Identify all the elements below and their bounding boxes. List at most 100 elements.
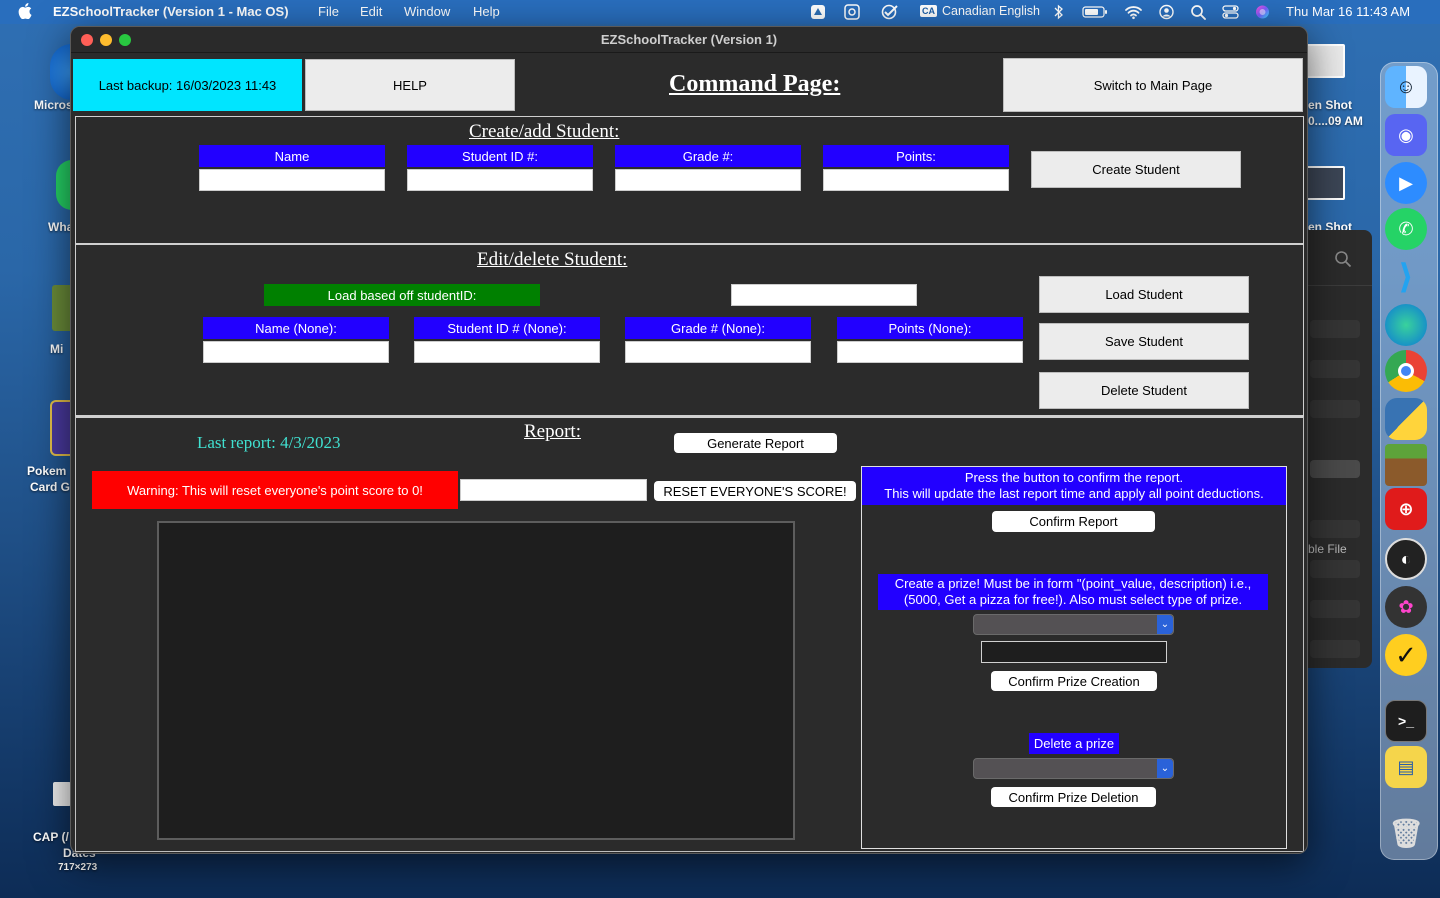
generate-report-button[interactable]: Generate Report — [674, 433, 837, 453]
switch-main-page-button[interactable]: Switch to Main Page — [1003, 58, 1303, 112]
load-student-button[interactable]: Load Student — [1039, 276, 1249, 313]
grade-input[interactable] — [615, 169, 801, 191]
edit-points-input[interactable] — [837, 341, 1023, 363]
pokemon-desktop-icon[interactable] — [50, 400, 72, 456]
title-bar[interactable]: EZSchoolTracker (Version 1) — [71, 27, 1307, 53]
desktop-label: Pokem — [27, 464, 67, 478]
python-icon[interactable] — [1385, 398, 1427, 440]
create-student-button[interactable]: Create Student — [1031, 151, 1241, 188]
confirm-report-button[interactable]: Confirm Report — [992, 511, 1155, 532]
check-circle-icon[interactable] — [880, 4, 902, 20]
screenshot-thumbnail[interactable] — [1305, 44, 1345, 78]
prize-create-info: Create a prize! Must be in form "(point_… — [878, 574, 1268, 610]
input-source-label[interactable]: Canadian English — [942, 4, 1040, 18]
desktop-app-icon[interactable] — [50, 44, 72, 100]
education-app-icon[interactable]: ⊕ — [1385, 488, 1427, 530]
battery-icon[interactable] — [1082, 4, 1108, 20]
prize-info-line1: Create a prize! Must be in form "(point_… — [894, 576, 1252, 591]
wifi-icon[interactable] — [1124, 4, 1143, 20]
user-account-icon[interactable] — [1158, 4, 1175, 20]
checkmark-app-icon[interactable]: ✓ — [1385, 634, 1427, 676]
report-section-title: Report: — [524, 421, 581, 442]
help-button[interactable]: HELP — [305, 59, 515, 111]
zoom-icon[interactable]: ▶ — [1385, 162, 1427, 204]
window-title: EZSchoolTracker (Version 1) — [600, 32, 778, 47]
terminal-icon[interactable]: >_ — [1385, 700, 1427, 742]
name-label: Name — [199, 145, 385, 167]
trash-icon[interactable]: 🗑 — [1385, 812, 1427, 854]
create-section-title: Create/add Student: — [469, 121, 620, 142]
section-divider — [75, 243, 1304, 245]
reset-scores-button[interactable]: RESET EVERYONE'S SCORE! — [654, 481, 856, 501]
desktop-label: en Shot — [1308, 98, 1352, 112]
save-student-button[interactable]: Save Student — [1039, 323, 1249, 360]
reset-warning-label: Warning: This will reset everyone's poin… — [92, 471, 458, 509]
control-center-icon[interactable] — [1222, 4, 1239, 20]
edge-icon[interactable] — [1385, 304, 1427, 346]
confirm-report-info: Press the button to confirm the report. … — [862, 467, 1286, 505]
edit-grade-input[interactable] — [625, 341, 811, 363]
prize-type-select[interactable]: ⌄ — [973, 614, 1174, 635]
edit-student-id-input[interactable] — [414, 341, 600, 363]
load-student-id-input[interactable] — [731, 284, 917, 306]
whatsapp-icon[interactable]: ✆ — [1385, 208, 1427, 250]
menu-edit[interactable]: Edit — [360, 4, 382, 19]
menu-window[interactable]: Window — [404, 4, 450, 19]
desktop-label: Micros — [34, 98, 73, 112]
report-output-area[interactable] — [157, 521, 795, 840]
menu-help[interactable]: Help — [473, 4, 500, 19]
last-backup-label: Last backup: 16/03/2023 11:43 — [73, 59, 302, 111]
drive-icon[interactable] — [810, 4, 827, 20]
edit-name-input[interactable] — [203, 341, 389, 363]
apple-icon[interactable] — [18, 3, 32, 19]
edit-section-title: Edit/delete Student: — [477, 249, 628, 270]
menu-file[interactable]: File — [318, 4, 339, 19]
page-title: Command Page: — [669, 71, 841, 97]
name-input[interactable] — [199, 169, 385, 191]
confirm-prize-deletion-button[interactable]: Confirm Prize Deletion — [991, 787, 1156, 807]
finder-icon[interactable]: ☺ — [1385, 66, 1427, 108]
minecraft-desktop-icon[interactable] — [52, 285, 72, 331]
desktop-label: 0....09 AM — [1308, 114, 1363, 128]
edit-points-label: Points (None): — [837, 317, 1023, 339]
desktop-label: 717×273 — [58, 862, 98, 873]
obs-icon[interactable]: ◐ — [1385, 538, 1427, 580]
delete-student-button[interactable]: Delete Student — [1039, 372, 1249, 409]
siri-icon[interactable] — [1254, 4, 1271, 20]
input-source-badge[interactable]: CA — [920, 5, 937, 17]
edit-grade-label: Grade # (None): — [625, 317, 811, 339]
minecraft-icon[interactable] — [1385, 444, 1427, 486]
clock[interactable]: Thu Mar 16 11:43 AM — [1286, 4, 1410, 19]
edit-student-id-label: Student ID # (None): — [414, 317, 600, 339]
folder-app-icon[interactable]: ▤ — [1385, 746, 1427, 788]
desktop-label: Mi — [50, 342, 64, 356]
grade-label: Grade #: — [615, 145, 801, 167]
document-desktop-icon[interactable] — [53, 782, 71, 806]
file-label: ble File — [1308, 542, 1347, 556]
delete-prize-select[interactable]: ⌄ — [973, 758, 1174, 779]
student-id-input[interactable] — [407, 169, 593, 191]
edit-name-label: Name (None): — [203, 317, 389, 339]
main-window: EZSchoolTracker (Version 1) Last backup:… — [70, 26, 1308, 854]
chrome-icon[interactable] — [1385, 350, 1427, 392]
search-icon[interactable] — [1334, 250, 1352, 268]
points-input[interactable] — [823, 169, 1009, 191]
confirm-prize-creation-button[interactable]: Confirm Prize Creation — [991, 671, 1157, 691]
reset-confirm-input[interactable] — [460, 479, 647, 501]
student-id-label: Student ID #: — [407, 145, 593, 167]
vscode-icon[interactable]: ⟩ — [1385, 256, 1427, 298]
app-menu-name[interactable]: EZSchoolTracker (Version 1 - Mac OS) — [53, 4, 289, 19]
desktop-label: CAP (/ — [33, 830, 69, 844]
load-by-id-label: Load based off studentID: — [264, 284, 540, 306]
sync-icon[interactable] — [844, 4, 861, 20]
bluetooth-icon[interactable] — [1050, 4, 1067, 20]
screenshot-thumbnail[interactable] — [1305, 166, 1345, 200]
chevron-down-icon: ⌄ — [1157, 759, 1173, 778]
desktop-label: Card G — [30, 480, 71, 494]
confirm-info-line2: This will update the last report time an… — [884, 486, 1264, 501]
davinci-icon[interactable]: ✿ — [1385, 586, 1427, 628]
points-label: Points: — [823, 145, 1009, 167]
search-icon[interactable] — [1190, 4, 1207, 20]
discord-icon[interactable]: ◉ — [1385, 114, 1427, 156]
prize-description-input[interactable] — [981, 641, 1167, 663]
